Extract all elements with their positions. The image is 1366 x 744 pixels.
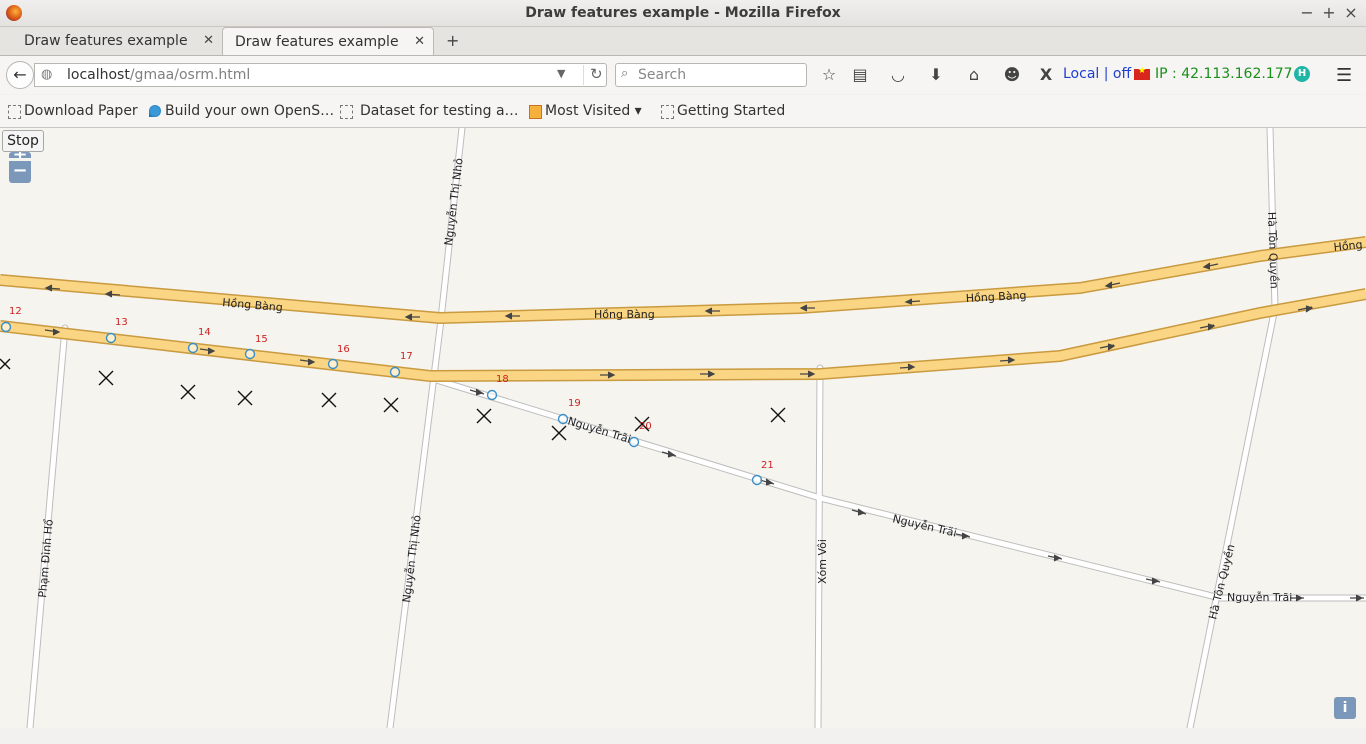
zoom-in-button[interactable]: + (9, 152, 31, 158)
cross-marker[interactable] (0, 358, 11, 370)
tab-label: Draw features example (235, 34, 399, 50)
waypoint-label: 14 (198, 327, 211, 338)
waypoint-17[interactable] (389, 366, 401, 378)
page-icon (340, 105, 353, 119)
street-label-nguyen-thi-nho: Nguyễn Thị Nhỏ (400, 514, 424, 603)
h-extension-icon[interactable]: H (1294, 66, 1310, 82)
new-tab-button[interactable]: + (446, 27, 459, 55)
local-toggle[interactable]: Local | off (1063, 66, 1131, 82)
waypoint-12[interactable] (0, 321, 12, 333)
street-label-xom-voi: Xóm Vôi (816, 539, 829, 584)
bookmark-getting-started[interactable]: Getting Started (661, 103, 785, 119)
history-dropdown-icon[interactable]: ▼ (557, 67, 565, 80)
pocket-icon[interactable]: ◡ (888, 65, 908, 85)
cross-marker[interactable] (180, 384, 196, 400)
search-input[interactable]: ⌕ Search (615, 63, 807, 87)
stop-button[interactable]: Stop (2, 130, 44, 152)
street-label-ha-ton-quyen: Hà Tôn Quyền (1265, 212, 1281, 289)
search-placeholder: Search (638, 67, 687, 83)
reload-icon[interactable]: ↻ (583, 65, 603, 85)
cross-marker[interactable] (98, 370, 114, 386)
street-labels: Hồng Bàng Hồng Bàng Hồng Bàng Hồng Bàng … (36, 157, 1366, 621)
waypoint-15[interactable] (244, 348, 256, 360)
drupal-icon (149, 105, 161, 117)
street-label-nguyen-trai: Nguyễn Trãi (1227, 591, 1292, 604)
url-text: localhost/gmaa/osrm.html (67, 67, 251, 83)
bookmark-most-visited[interactable]: Most Visited ▾ (529, 103, 642, 119)
waypoint-label: 18 (496, 374, 509, 385)
waypoint-label: 15 (255, 334, 268, 345)
cross-marker[interactable] (383, 397, 399, 413)
street-label-hong-bang: Hồng Bàng (1333, 235, 1366, 254)
bookmark-build-osm[interactable]: Build your own OpenS… (149, 103, 334, 119)
hamburger-menu-icon[interactable]: ☰ (1336, 65, 1352, 86)
chat-icon[interactable]: ☻ (1002, 65, 1022, 85)
close-tab-icon[interactable]: ✕ (203, 27, 214, 55)
waypoint-19[interactable] (557, 413, 569, 425)
bookmarks-toolbar: Download Paper Build your own OpenS… Dat… (0, 95, 1366, 128)
bookmark-star-icon[interactable]: ☆ (819, 65, 839, 85)
downloads-icon[interactable]: ⬇ (926, 65, 946, 85)
window-titlebar: Draw features example - Mozilla Firefox … (0, 0, 1366, 27)
url-bar[interactable]: ◍ localhost/gmaa/osrm.html ▼ ↻ (34, 63, 607, 87)
minor-roads (26, 128, 1366, 728)
waypoint-21[interactable] (751, 474, 763, 486)
waypoint-label: 20 (639, 421, 652, 432)
bookmark-download-paper[interactable]: Download Paper (8, 103, 138, 119)
cross-marker[interactable] (476, 408, 492, 424)
map-svg: Hồng Bàng Hồng Bàng Hồng Bàng Hồng Bàng … (0, 128, 1366, 728)
major-roads (0, 236, 1366, 382)
street-label-nguyen-trai: Nguyễn Trãi (566, 414, 632, 446)
street-label-hong-bang: Hồng Bàng (594, 308, 655, 321)
waypoint-label: 12 (9, 306, 22, 317)
tab-bar: Draw features example ✕ Draw features ex… (0, 27, 1366, 56)
ip-address: IP : 42.113.162.177 (1155, 66, 1293, 82)
street-label-ha-ton-quyen: Hà Tôn Quyền (1206, 543, 1237, 621)
attribution-info-button[interactable]: i (1334, 697, 1356, 719)
waypoint-16[interactable] (327, 358, 339, 370)
street-label-nguyen-thi-nho: Nguyễn Thị Nhỏ (442, 157, 466, 246)
cross-marker[interactable] (237, 390, 253, 406)
home-icon[interactable]: ⌂ (964, 65, 984, 85)
street-label-hong-bang: Hồng Bàng (965, 289, 1026, 305)
zoom-out-button[interactable]: − (9, 161, 31, 183)
tab-1[interactable]: Draw features example ✕ (0, 27, 222, 55)
street-label-nguyen-trai: Nguyễn Trãi (891, 512, 958, 539)
waypoint-20[interactable] (628, 436, 640, 448)
waypoint-label: 16 (337, 344, 350, 355)
page-icon (8, 105, 21, 119)
tab-2[interactable]: Draw features example ✕ (222, 27, 434, 55)
bookmark-dataset[interactable]: Dataset for testing a… (340, 103, 519, 119)
vietnam-flag-icon (1134, 66, 1150, 80)
close-window-icon[interactable]: × (1341, 3, 1361, 22)
back-button[interactable]: ← (6, 61, 34, 89)
close-tab-icon[interactable]: ✕ (414, 28, 425, 56)
window-title: Draw features example - Mozilla Firefox (525, 5, 841, 21)
cross-marker[interactable] (321, 392, 337, 408)
status-strip (0, 728, 1366, 744)
page-icon (661, 105, 674, 119)
waypoint-label: 19 (568, 398, 581, 409)
waypoint-label: 17 (400, 351, 413, 362)
cross-marker[interactable] (770, 407, 786, 423)
tab-label: Draw features example (24, 33, 188, 49)
waypoint-label: 13 (115, 317, 128, 328)
waypoint-18[interactable] (486, 389, 498, 401)
waypoints[interactable] (0, 321, 763, 486)
maximize-icon[interactable]: + (1319, 3, 1339, 22)
x-extension-icon[interactable]: X (1036, 65, 1056, 85)
minimize-icon[interactable]: − (1297, 3, 1317, 22)
site-info-icon[interactable]: ◍ (41, 67, 52, 82)
map-canvas[interactable]: Hồng Bàng Hồng Bàng Hồng Bàng Hồng Bàng … (0, 128, 1366, 728)
waypoint-14[interactable] (187, 342, 199, 354)
waypoint-label: 21 (761, 460, 774, 471)
cross-marker[interactable] (551, 425, 567, 441)
street-label-pham-dinh-ho: Phạm Đình Hổ (36, 519, 56, 599)
navigation-toolbar: ← ◍ localhost/gmaa/osrm.html ▼ ↻ ⌕ Searc… (0, 56, 1366, 94)
search-icon: ⌕ (621, 66, 629, 81)
reading-list-icon[interactable]: ▤ (850, 65, 870, 85)
waypoint-13[interactable] (105, 332, 117, 344)
folder-icon (529, 105, 542, 119)
